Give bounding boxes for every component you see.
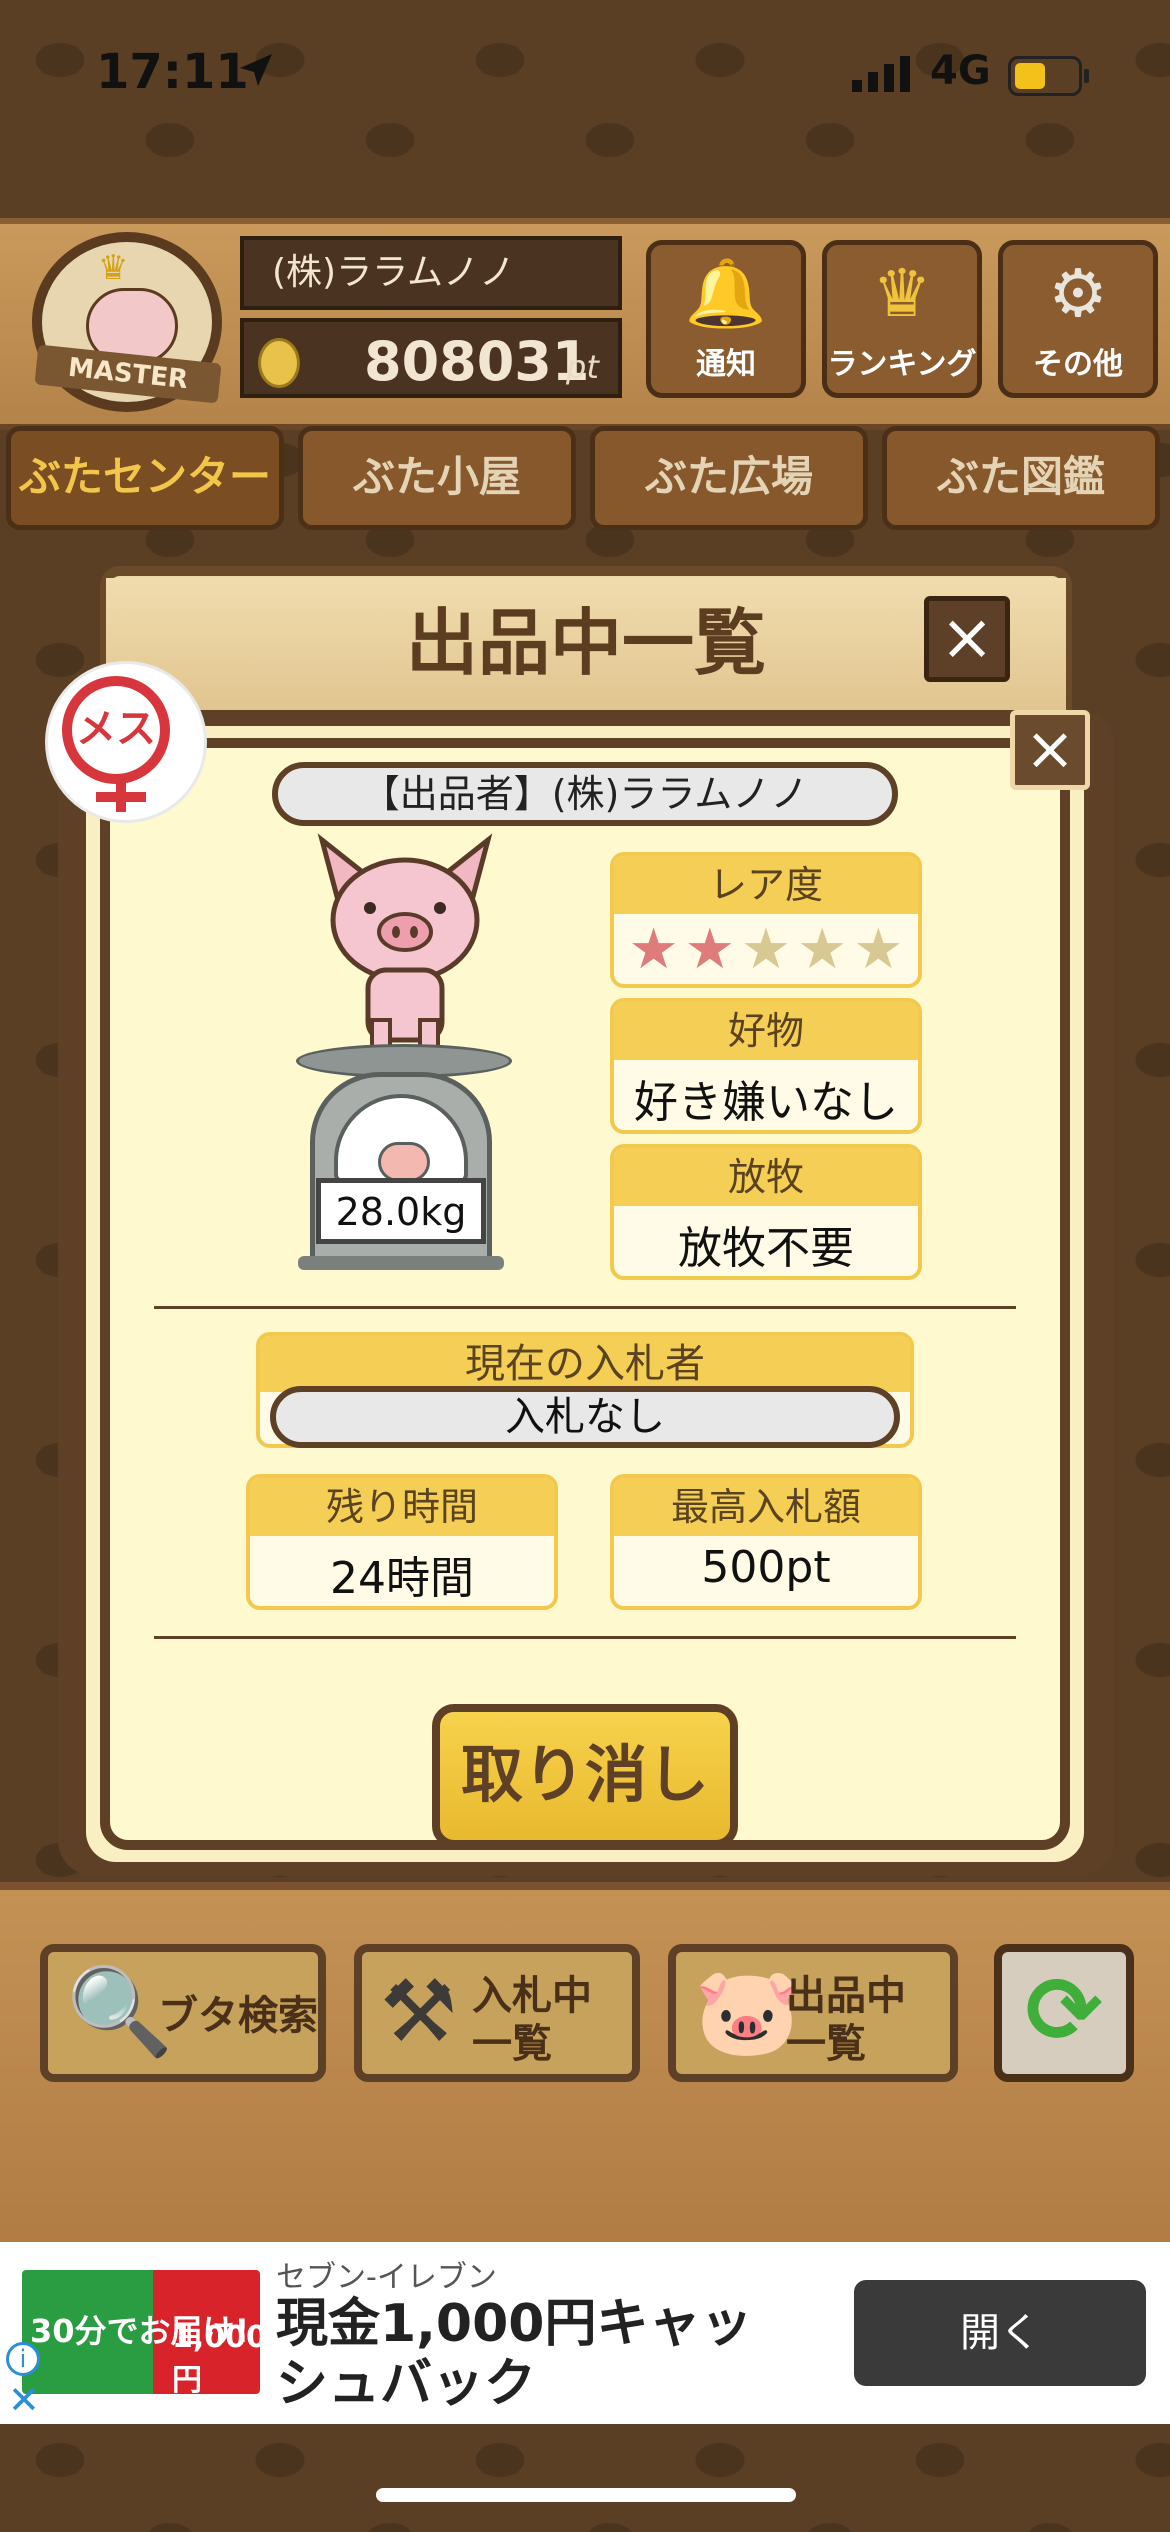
- star-icon-empty: ★: [797, 917, 848, 982]
- current-bidder-value: 入札なし: [270, 1386, 900, 1448]
- card-panel: [100, 738, 1070, 1850]
- player-name: (株)ララムノノ: [240, 236, 622, 310]
- current-bidder-label: 現在の入札者: [260, 1336, 910, 1392]
- listing-modal-title: 出品中一覧: [106, 578, 1066, 716]
- star-icon-filled: ★: [628, 917, 679, 982]
- notification-button[interactable]: 🔔 通知: [646, 240, 806, 398]
- listing-list-button[interactable]: 🐷 出品中 一覧: [668, 1944, 958, 2082]
- cancel-listing-button[interactable]: 取り消し: [432, 1704, 738, 1848]
- gear-icon: ⚙: [1048, 255, 1108, 332]
- close-detail-button[interactable]: ×: [1010, 710, 1090, 790]
- pig-search-button[interactable]: 🔍 ブタ検索: [40, 1944, 326, 2082]
- signal-icon: [852, 56, 910, 92]
- gavel-icon: ⚒: [380, 1962, 458, 2062]
- female-badge: メス: [48, 664, 204, 820]
- pig-weight: 28.0kg: [316, 1178, 486, 1244]
- star-icon-filled: ★: [684, 917, 735, 982]
- bidding-list-button[interactable]: ⚒ 入札中 一覧: [354, 1944, 640, 2082]
- crown-icon: ♛: [872, 255, 932, 332]
- divider: [154, 1636, 1016, 1639]
- likes-label: 好物: [614, 1002, 918, 1060]
- ad-open-button[interactable]: 開く: [854, 2280, 1146, 2386]
- bell-icon: 🔔: [684, 255, 768, 332]
- ad-close-icon[interactable]: ✕: [8, 2378, 40, 2422]
- ad-advertiser: セブン-イレブン: [276, 2260, 497, 2295]
- points-unit: pt: [566, 348, 599, 386]
- ad-info-icon[interactable]: i: [6, 2342, 40, 2376]
- star-icon-empty: ★: [740, 917, 792, 982]
- likes-value: 好き嫌いなし: [634, 1077, 898, 1128]
- highest-bid-box: 最高入札額 500pt: [610, 1474, 922, 1610]
- grazing-value: 放牧不要: [678, 1223, 854, 1274]
- tab-buta-center[interactable]: ぶたセンター: [6, 426, 284, 530]
- highest-bid-label: 最高入札額: [614, 1478, 918, 1536]
- rarity-label: レア度: [614, 856, 918, 914]
- home-indicator[interactable]: [376, 2488, 796, 2502]
- location-arrow-icon: [240, 54, 272, 86]
- refresh-button[interactable]: ⟳: [994, 1944, 1134, 2082]
- battery-icon: [1008, 56, 1089, 96]
- pig-illustration: [317, 833, 493, 1056]
- tab-buta-encyclopedia[interactable]: ぶた図鑑: [882, 426, 1160, 530]
- tab-buta-hut[interactable]: ぶた小屋: [298, 426, 576, 530]
- ad-image[interactable]: 30分でお届け! 1,000円: [22, 2270, 267, 2398]
- points-box: 808031 pt: [240, 318, 622, 398]
- crown-icon: ♛: [98, 248, 129, 288]
- highest-bid-value: 500pt: [701, 1542, 831, 1593]
- ad-headline[interactable]: 現金1,000円キャッシュバック: [276, 2294, 796, 2414]
- scale-base: [298, 1256, 504, 1270]
- remaining-time-box: 残り時間 24時間: [246, 1474, 558, 1610]
- grazing-label: 放牧: [614, 1148, 918, 1206]
- star-icon-empty: ★: [853, 917, 904, 982]
- likes-box: 好物 好き嫌いなし: [610, 998, 922, 1134]
- tab-buta-plaza[interactable]: ぶた広場: [590, 426, 868, 530]
- points-value: 808031: [364, 330, 590, 393]
- status-bar: 17:11 4G: [0, 0, 1170, 150]
- seller-label: 【出品者】(株)ララムノノ: [272, 762, 898, 826]
- ad-banner[interactable]: 30分でお届け! 1,000円 i ✕ セブン-イレブン 現金1,000円キャッ…: [0, 2242, 1170, 2424]
- grazing-box: 放牧 放牧不要: [610, 1144, 922, 1280]
- settings-button[interactable]: ⚙ その他: [998, 240, 1158, 398]
- divider: [154, 1306, 1016, 1309]
- remaining-time-value: 24時間: [330, 1553, 474, 1604]
- ranking-button[interactable]: ♛ ランキング: [822, 240, 982, 398]
- coin-icon: [258, 338, 300, 388]
- remaining-time-label: 残り時間: [250, 1478, 554, 1536]
- network-type: 4G: [930, 48, 991, 94]
- rarity-box: レア度 ★ ★ ★ ★ ★: [610, 852, 922, 988]
- close-listing-modal-button[interactable]: ×: [924, 596, 1010, 682]
- gender-label: メス: [62, 676, 170, 784]
- status-time: 17:11: [96, 44, 249, 100]
- rarity-stars: ★ ★ ★ ★ ★: [614, 914, 918, 982]
